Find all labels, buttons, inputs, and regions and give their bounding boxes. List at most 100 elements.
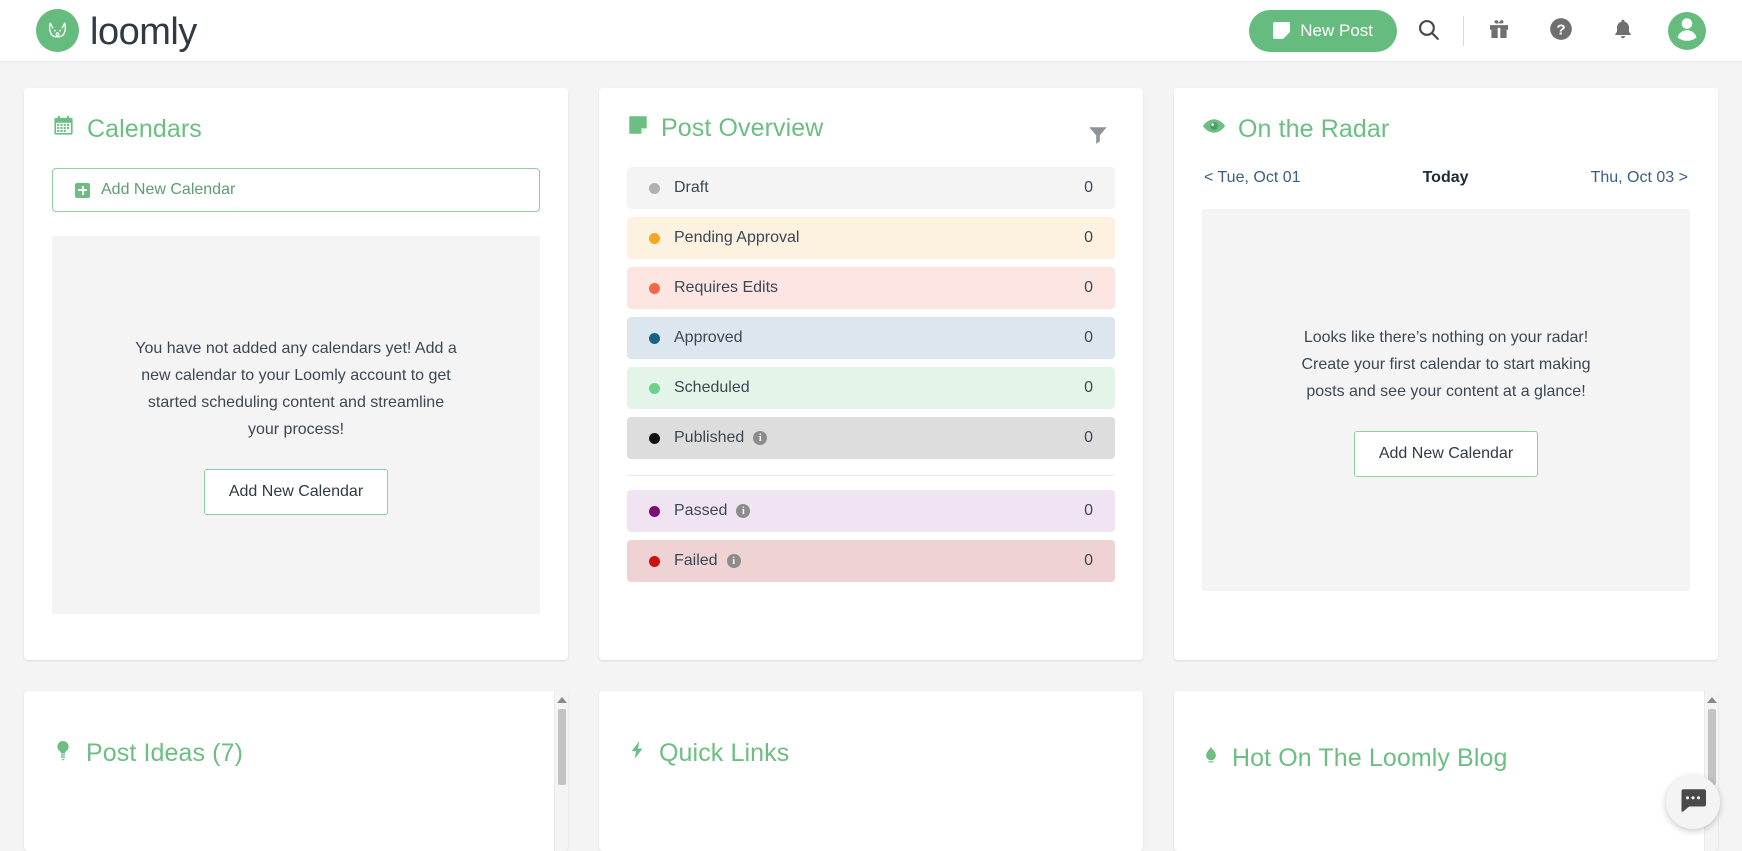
blog-card-title: Hot On The Loomly Blog xyxy=(1202,743,1690,774)
status-label: Pending Approval xyxy=(674,229,799,247)
top-navigation-bar: loomly New Post xyxy=(0,0,1742,62)
post-overview-title-text: Post Overview xyxy=(661,114,823,143)
status-row[interactable]: Failed i 0 xyxy=(627,540,1115,582)
status-dot xyxy=(649,556,660,567)
status-dot xyxy=(649,233,660,244)
scrollbar-thumb[interactable] xyxy=(1708,709,1716,785)
post-ideas-card: Post Ideas (7) xyxy=(24,691,568,851)
note-icon xyxy=(627,114,649,143)
user-avatar[interactable] xyxy=(1668,12,1706,50)
scroll-up-arrow-icon[interactable] xyxy=(1707,697,1717,703)
status-dot xyxy=(649,383,660,394)
calendars-empty-text: You have not added any calendars yet! Ad… xyxy=(131,335,461,443)
status-label: Requires Edits xyxy=(674,279,778,297)
lightbulb-icon xyxy=(52,739,74,768)
new-post-label: New Post xyxy=(1300,21,1373,41)
loomly-blog-card: Hot On The Loomly Blog xyxy=(1174,691,1718,851)
status-label: Passed xyxy=(674,502,727,520)
status-count: 0 xyxy=(1084,229,1093,247)
radar-today-link[interactable]: Today xyxy=(1423,169,1469,187)
status-label: Failed xyxy=(674,552,718,570)
post-overview-filter-button[interactable] xyxy=(1081,118,1115,155)
status-count: 0 xyxy=(1084,279,1093,297)
on-the-radar-card: On the Radar < Tue, Oct 01 Today Thu, Oc… xyxy=(1174,88,1718,660)
scroll-up-arrow-icon[interactable] xyxy=(557,697,567,703)
quick-links-card: Quick Links xyxy=(599,691,1143,851)
status-list-divider xyxy=(627,475,1115,476)
status-count: 0 xyxy=(1084,429,1093,447)
support-chat-launcher[interactable] xyxy=(1666,775,1720,829)
scrollbar-thumb[interactable] xyxy=(558,709,566,785)
status-row[interactable]: Published i 0 xyxy=(627,417,1115,459)
blog-scrollbar[interactable] xyxy=(1704,691,1718,851)
svg-text:?: ? xyxy=(1556,21,1565,38)
post-overview-header: Post Overview xyxy=(627,114,1115,167)
post-overview-card: Post Overview Draft 0 Pending Approval 0 xyxy=(599,88,1143,660)
post-overview-card-title: Post Overview xyxy=(627,114,823,143)
flame-icon xyxy=(1202,743,1220,774)
add-new-calendar-label: Add New Calendar xyxy=(101,181,235,199)
info-icon[interactable]: i xyxy=(727,554,741,568)
radar-title-text: On the Radar xyxy=(1238,115,1389,144)
radar-empty-text: Looks like there’s nothing on your radar… xyxy=(1281,324,1611,405)
radar-empty-state: Looks like there’s nothing on your radar… xyxy=(1202,209,1690,591)
add-new-calendar-inline-button[interactable]: Add New Calendar xyxy=(52,168,540,212)
notifications-bell-icon xyxy=(1611,17,1635,44)
status-count: 0 xyxy=(1084,179,1093,197)
gift-icon xyxy=(1487,17,1511,44)
radar-next-day-link[interactable]: Thu, Oct 03 > xyxy=(1591,169,1688,187)
intercom-chat-icon xyxy=(1678,785,1708,820)
search-button[interactable] xyxy=(1397,0,1459,62)
calendars-title-text: Calendars xyxy=(87,115,202,144)
post-ideas-title-text: Post Ideas (7) xyxy=(86,739,243,768)
status-label: Published xyxy=(674,429,744,447)
post-ideas-scrollbar[interactable] xyxy=(554,691,568,851)
calendars-card: Calendars Add New Calendar You have not … xyxy=(24,88,568,660)
status-dot xyxy=(649,183,660,194)
status-row[interactable]: Scheduled 0 xyxy=(627,367,1115,409)
status-row[interactable]: Draft 0 xyxy=(627,167,1115,209)
notifications-button[interactable] xyxy=(1592,0,1654,62)
status-row[interactable]: Requires Edits 0 xyxy=(627,267,1115,309)
loomly-logo[interactable]: loomly xyxy=(36,9,197,52)
status-dot xyxy=(649,506,660,517)
new-post-note-icon xyxy=(1273,22,1290,39)
loomly-cat-icon xyxy=(36,9,79,52)
quick-links-title-text: Quick Links xyxy=(659,739,789,768)
search-icon xyxy=(1416,17,1441,45)
radar-prev-day-link[interactable]: < Tue, Oct 01 xyxy=(1204,169,1301,187)
calendars-empty-state: You have not added any calendars yet! Ad… xyxy=(52,236,540,614)
eye-icon xyxy=(1202,114,1226,145)
status-row[interactable]: Passed i 0 xyxy=(627,490,1115,532)
status-label: Scheduled xyxy=(674,379,750,397)
plus-icon xyxy=(75,183,90,198)
top-bar-actions: New Post xyxy=(1249,0,1706,62)
calendars-card-title: Calendars xyxy=(52,114,540,144)
filter-funnel-icon xyxy=(1087,134,1109,149)
gifts-button[interactable] xyxy=(1468,0,1530,62)
status-dot xyxy=(649,433,660,444)
status-dot xyxy=(649,333,660,344)
help-button[interactable]: ? xyxy=(1530,0,1592,62)
calendars-empty-add-button[interactable]: Add New Calendar xyxy=(204,469,388,515)
loomly-wordmark: loomly xyxy=(90,13,197,51)
radar-card-title: On the Radar xyxy=(1202,114,1690,145)
radar-add-calendar-button[interactable]: Add New Calendar xyxy=(1354,431,1538,477)
info-icon[interactable]: i xyxy=(753,431,767,445)
status-count: 0 xyxy=(1084,329,1093,347)
status-row[interactable]: Approved 0 xyxy=(627,317,1115,359)
status-label: Approved xyxy=(674,329,743,347)
help-icon: ? xyxy=(1548,16,1574,45)
post-status-list: Draft 0 Pending Approval 0 Requires Edit… xyxy=(627,167,1115,582)
new-post-button[interactable]: New Post xyxy=(1249,10,1397,52)
toolbar-divider xyxy=(1463,16,1464,46)
status-row[interactable]: Pending Approval 0 xyxy=(627,217,1115,259)
status-count: 0 xyxy=(1084,502,1093,520)
status-dot xyxy=(649,283,660,294)
calendar-icon xyxy=(52,114,75,144)
info-icon[interactable]: i xyxy=(736,504,750,518)
lightning-bolt-icon xyxy=(627,739,647,768)
quick-links-card-title: Quick Links xyxy=(627,739,1115,768)
blog-title-text: Hot On The Loomly Blog xyxy=(1232,744,1508,773)
status-label: Draft xyxy=(674,179,709,197)
